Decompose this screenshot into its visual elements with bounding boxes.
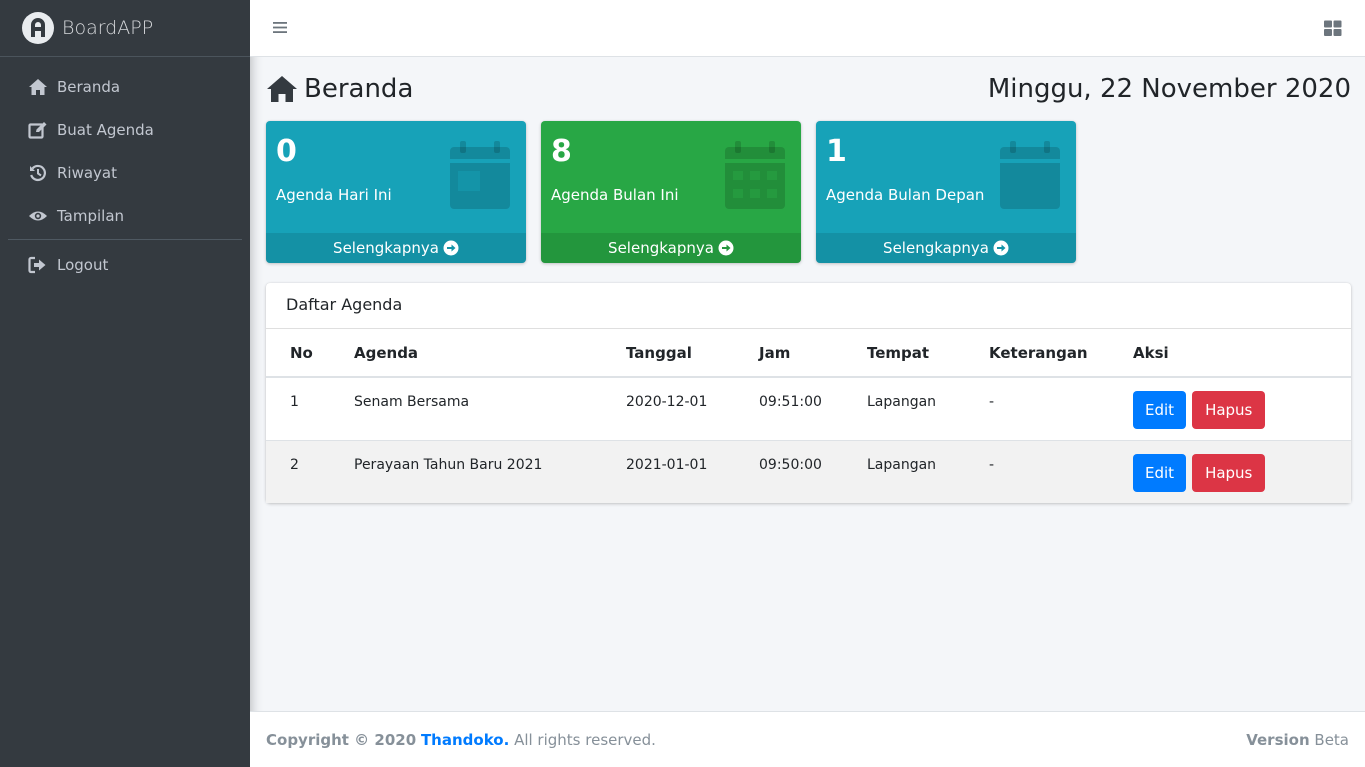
cell-keterangan: - — [989, 394, 995, 410]
cell-no: 1 — [290, 394, 299, 410]
small-box-month: 8 Agenda Bulan Ini Selengkapnya — [541, 121, 801, 263]
box-more-label: Selengkapnya — [883, 239, 989, 257]
home-icon — [27, 77, 49, 97]
sidebar-item-label: Riwayat — [57, 163, 117, 182]
agenda-card: Daftar Agenda No Agenda Tanggal Jam Temp… — [266, 283, 1351, 503]
home-icon — [266, 75, 298, 103]
box-more-label: Selengkapnya — [608, 239, 714, 257]
box-more-link[interactable]: Selengkapnya — [266, 233, 526, 263]
arrow-circle-right-icon — [993, 240, 1009, 256]
cell-tempat: Lapangan — [867, 394, 937, 410]
page-footer: Copyright © 2020 Thandoko. All rights re… — [250, 711, 1365, 767]
cell-tempat: Lapangan — [855, 439, 977, 503]
brand-link[interactable]: BoardAPP — [0, 0, 250, 57]
column-header: Aksi — [1121, 329, 1351, 378]
cell-keterangan: - — [977, 439, 1121, 503]
current-date: Minggu, 22 November 2020 — [987, 74, 1351, 104]
copyright-text: Copyright © 2020 — [266, 730, 417, 749]
version: Version Beta — [1246, 731, 1349, 749]
sidebar-item-beranda[interactable]: Beranda — [8, 65, 242, 108]
small-box-next-month: 1 Agenda Bulan Depan Selengkapnya — [816, 121, 1076, 263]
sidebar-item-label: Buat Agenda — [57, 120, 154, 139]
small-box-today: 0 Agenda Hari Ini Selengkapnya — [266, 121, 526, 263]
cell-aksi: Edit Hapus — [1121, 439, 1351, 503]
history-icon — [27, 163, 49, 183]
sidebar-item-logout[interactable]: Logout — [8, 243, 242, 286]
column-header: No — [266, 329, 342, 378]
cell-no: 2 — [266, 439, 342, 503]
column-header: Tempat — [855, 329, 977, 378]
table-row: 1 Senam Bersama 2020-12-01 09:51:00 Lapa… — [266, 377, 1351, 440]
version-label: Version — [1246, 730, 1310, 749]
hamburger-menu-icon[interactable] — [273, 20, 288, 39]
main-content: Beranda Minggu, 22 November 2020 0 Agend… — [266, 57, 1351, 503]
eye-icon — [27, 206, 49, 226]
sidebar-nav: Beranda Buat Agenda Riwayat Tampilan Log… — [0, 57, 250, 286]
column-header: Agenda — [342, 329, 614, 378]
sidebar-divider — [8, 239, 242, 240]
cell-aksi: Edit Hapus — [1121, 377, 1351, 440]
box-label: Agenda Hari Ini — [276, 186, 392, 204]
brand-name: BoardAPP — [62, 17, 154, 39]
cell-agenda: Perayaan Tahun Baru 2021 — [342, 439, 614, 503]
grid-layout-icon[interactable] — [1324, 20, 1342, 40]
arrow-circle-right-icon — [718, 240, 734, 256]
page-title-text: Beranda — [304, 74, 414, 104]
calendar-day-icon — [448, 139, 512, 215]
author-link[interactable]: Thandoko. — [421, 731, 509, 749]
rights-text: All rights reserved. — [514, 730, 656, 749]
cell-tanggal: 2020-12-01 — [626, 394, 708, 410]
edit-icon — [27, 120, 49, 140]
logout-icon — [27, 255, 49, 275]
page-title: Beranda — [266, 74, 413, 104]
sidebar: BoardAPP Beranda Buat Agenda Riwayat Tam… — [0, 0, 250, 767]
sidebar-item-label: Beranda — [57, 77, 121, 96]
box-more-link[interactable]: Selengkapnya — [541, 233, 801, 263]
sidebar-item-label: Tampilan — [57, 206, 125, 225]
box-more-label: Selengkapnya — [333, 239, 439, 257]
copyright: Copyright © 2020 Thandoko. All rights re… — [266, 731, 656, 749]
sidebar-item-riwayat[interactable]: Riwayat — [8, 151, 242, 194]
summary-boxes: 0 Agenda Hari Ini Selengkapnya 8 Agenda … — [266, 121, 1351, 263]
version-value: Beta — [1314, 730, 1349, 749]
box-label: Agenda Bulan Ini — [551, 186, 679, 204]
agenda-card-title: Daftar Agenda — [266, 283, 1351, 329]
sidebar-item-tampilan[interactable]: Tampilan — [8, 194, 242, 237]
cell-jam: 09:51:00 — [759, 394, 822, 410]
column-header: Tanggal — [614, 329, 747, 378]
sidebar-item-buat-agenda[interactable]: Buat Agenda — [8, 108, 242, 151]
delete-button[interactable]: Hapus — [1192, 391, 1266, 429]
brand-logo-icon — [22, 12, 54, 44]
delete-button[interactable]: Hapus — [1192, 453, 1266, 492]
cell-tanggal: 2021-01-01 — [614, 439, 747, 503]
content-header: Beranda Minggu, 22 November 2020 — [266, 57, 1351, 121]
arrow-circle-right-icon — [443, 240, 459, 256]
calendar-month-icon — [723, 139, 787, 215]
box-more-link[interactable]: Selengkapnya — [816, 233, 1076, 263]
cell-agenda: Senam Bersama — [354, 394, 470, 410]
edit-button[interactable]: Edit — [1133, 453, 1187, 492]
edit-button[interactable]: Edit — [1133, 391, 1187, 429]
box-count: 0 — [276, 134, 297, 169]
cell-jam: 09:50:00 — [747, 439, 855, 503]
table-header-row: No Agenda Tanggal Jam Tempat Keterangan … — [266, 329, 1351, 378]
top-navbar — [250, 0, 1365, 57]
table-row: 2 Perayaan Tahun Baru 2021 2021-01-01 09… — [266, 439, 1351, 503]
box-count: 1 — [826, 134, 847, 169]
agenda-table: No Agenda Tanggal Jam Tempat Keterangan … — [266, 329, 1351, 503]
column-header: Jam — [747, 329, 855, 378]
column-header: Keterangan — [977, 329, 1121, 378]
sidebar-item-label: Logout — [57, 255, 109, 274]
box-count: 8 — [551, 134, 572, 169]
box-label: Agenda Bulan Depan — [826, 186, 985, 204]
calendar-icon — [998, 139, 1062, 215]
